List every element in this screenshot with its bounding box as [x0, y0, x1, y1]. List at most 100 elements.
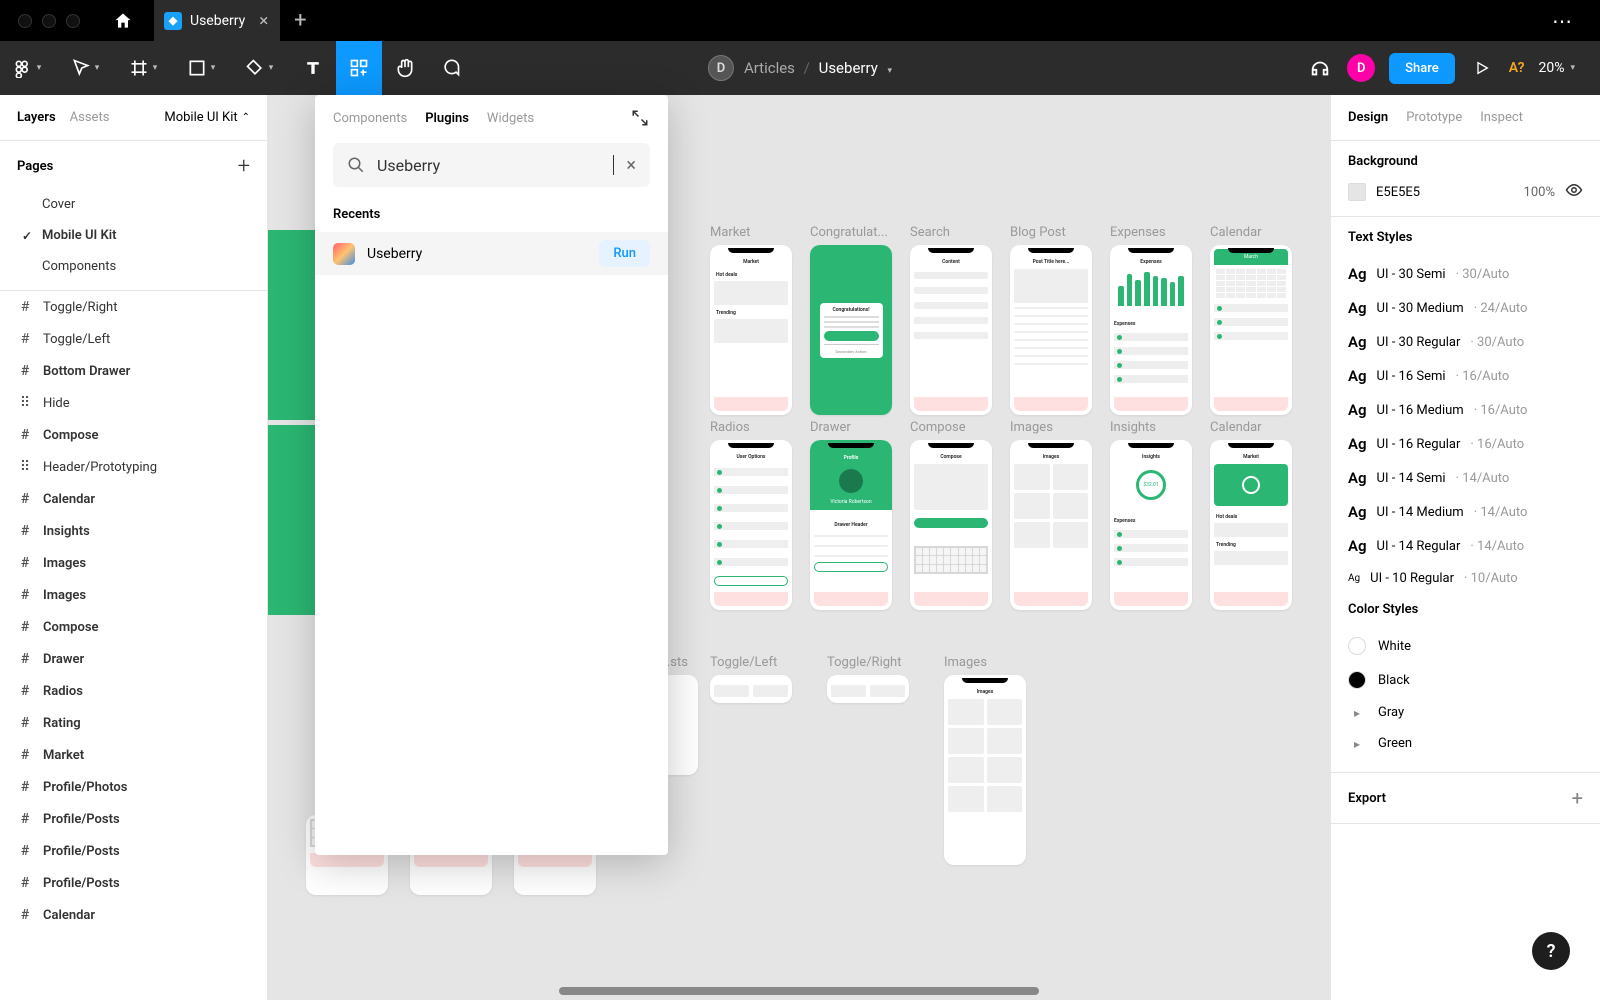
add-page-button[interactable]: +: [238, 154, 250, 179]
text-style-row[interactable]: AgUI - 16 Semi16/Auto: [1348, 359, 1583, 393]
document-tab[interactable]: ◆ Useberry ×: [154, 0, 280, 41]
shape-tool[interactable]: ▾: [174, 41, 232, 95]
layer-item[interactable]: #Drawer: [0, 643, 267, 675]
layer-item[interactable]: #Profile/Posts: [0, 835, 267, 867]
text-style-row[interactable]: AgUI - 16 Medium16/Auto: [1348, 393, 1583, 427]
breadcrumb-parent[interactable]: Articles: [744, 59, 795, 77]
layer-item[interactable]: #Compose: [0, 611, 267, 643]
plugin-result-row[interactable]: Useberry Run: [315, 232, 668, 275]
move-tool[interactable]: ▾: [58, 41, 116, 95]
components-subtab[interactable]: Components: [333, 111, 407, 126]
canvas-frame[interactable]: Blog PostPost Title here...: [1010, 225, 1092, 415]
present-button[interactable]: [1469, 55, 1495, 81]
color-style-row[interactable]: Black: [1348, 663, 1583, 697]
zoom-control[interactable]: 20% ▾: [1538, 60, 1575, 76]
layer-item[interactable]: ⠿Hide: [0, 387, 267, 419]
run-plugin-button[interactable]: Run: [599, 240, 650, 267]
layer-item[interactable]: #Compose: [0, 419, 267, 451]
page-item[interactable]: Cover: [0, 189, 267, 220]
text-style-row[interactable]: AgUI - 14 Regular14/Auto: [1348, 529, 1583, 563]
plugins-subtab[interactable]: Plugins: [425, 111, 469, 126]
layers-tab[interactable]: Layers: [17, 110, 56, 125]
canvas-frame[interactable]: Congratulat...Congratulations!Secondary …: [810, 225, 892, 415]
layer-item[interactable]: #Profile/Photos: [0, 771, 267, 803]
hand-tool[interactable]: [382, 41, 428, 95]
canvas-frame[interactable]: ComposeCompose: [910, 420, 992, 610]
text-style-row[interactable]: AgUI - 14 Semi14/Auto: [1348, 461, 1583, 495]
design-tab[interactable]: Design: [1348, 110, 1388, 125]
help-button[interactable]: ?: [1532, 932, 1570, 970]
expand-popover-button[interactable]: [630, 108, 650, 128]
canvas-frame[interactable]: Toggle/Right: [827, 655, 909, 703]
layer-item[interactable]: #Rating: [0, 707, 267, 739]
layer-item[interactable]: #Images: [0, 579, 267, 611]
missing-fonts-button[interactable]: A?: [1509, 60, 1525, 76]
background-opacity[interactable]: 100%: [1524, 185, 1555, 200]
layer-item[interactable]: #Calendar: [0, 483, 267, 515]
team-avatar[interactable]: D: [708, 55, 734, 81]
color-style-row[interactable]: ▸Green: [1348, 728, 1583, 759]
assets-tab[interactable]: Assets: [70, 110, 110, 125]
plugin-search-input[interactable]: [377, 156, 605, 175]
zoom-window-icon[interactable]: [66, 14, 80, 28]
text-style-row[interactable]: AgUI - 30 Regular30/Auto: [1348, 325, 1583, 359]
home-button[interactable]: [94, 0, 152, 41]
background-swatch[interactable]: [1348, 183, 1366, 201]
layer-item[interactable]: ⠿Header/Prototyping: [0, 451, 267, 483]
prototype-tab[interactable]: Prototype: [1406, 110, 1462, 125]
canvas-frame[interactable]: ImagesImages: [944, 655, 1026, 865]
resources-tool[interactable]: [336, 41, 382, 95]
close-tab-icon[interactable]: ×: [259, 11, 268, 31]
horizontal-scrollbar[interactable]: [559, 987, 1039, 995]
canvas-frame[interactable]: CalendarMarch: [1210, 225, 1292, 415]
new-tab-button[interactable]: +: [280, 0, 320, 41]
page-item[interactable]: ✓Mobile UI Kit: [0, 220, 267, 251]
comment-tool[interactable]: [428, 41, 474, 95]
layer-item[interactable]: #Images: [0, 547, 267, 579]
audio-chat-button[interactable]: [1307, 55, 1333, 81]
text-style-row[interactable]: AgUI - 30 Medium24/Auto: [1348, 291, 1583, 325]
layer-item[interactable]: #Profile/Posts: [0, 803, 267, 835]
canvas-frame[interactable]: ImagesImages: [1010, 420, 1092, 610]
widgets-subtab[interactable]: Widgets: [487, 111, 534, 126]
pen-tool[interactable]: ▾: [232, 41, 290, 95]
background-hex[interactable]: E5E5E5: [1376, 185, 1514, 200]
minimize-window-icon[interactable]: [42, 14, 56, 28]
canvas-frame[interactable]: Toggle/Left: [710, 655, 792, 703]
inspect-tab[interactable]: Inspect: [1480, 110, 1523, 125]
canvas-frame[interactable]: ExpensesExpensesExpenses: [1110, 225, 1192, 415]
canvas-frame[interactable]: MarketMarketHot dealsTrending: [710, 225, 792, 415]
layer-item[interactable]: #Insights: [0, 515, 267, 547]
layer-item[interactable]: #Calendar: [0, 899, 267, 931]
plugin-search[interactable]: ×: [333, 143, 650, 187]
text-style-row[interactable]: AgUI - 16 Regular16/Auto: [1348, 427, 1583, 461]
chevron-down-icon[interactable]: ▾: [888, 66, 893, 76]
breadcrumb-current[interactable]: Useberry: [819, 59, 878, 77]
color-style-row[interactable]: White: [1348, 629, 1583, 663]
page-item[interactable]: Components: [0, 251, 267, 282]
more-icon[interactable]: ⋯: [1552, 9, 1575, 33]
frame-tool[interactable]: ▾: [116, 41, 174, 95]
add-export-button[interactable]: +: [1572, 786, 1583, 810]
layer-item[interactable]: #Toggle/Right: [0, 291, 267, 323]
color-style-row[interactable]: ▸Gray: [1348, 697, 1583, 728]
canvas-frame[interactable]: CalendarMarketHot dealsTrending: [1210, 420, 1292, 610]
layer-item[interactable]: #Market: [0, 739, 267, 771]
page-selector[interactable]: Mobile UI Kit ⌃: [164, 110, 250, 125]
text-style-row[interactable]: AgUI - 30 Semi30/Auto: [1348, 257, 1583, 291]
text-tool[interactable]: [290, 41, 336, 95]
canvas-frame[interactable]: InsightsInsights$32.01Expenses: [1110, 420, 1192, 610]
main-menu-button[interactable]: ▾: [0, 41, 58, 95]
layer-item[interactable]: #Profile/Posts: [0, 867, 267, 899]
canvas-frame[interactable]: RadiosUser Options: [710, 420, 792, 610]
text-style-row[interactable]: AgUI - 14 Medium14/Auto: [1348, 495, 1583, 529]
canvas-frame[interactable]: DrawerProfileVictoria RobertsonDrawer He…: [810, 420, 892, 610]
user-avatar[interactable]: D: [1347, 54, 1375, 82]
share-button[interactable]: Share: [1389, 53, 1455, 84]
layer-item[interactable]: #Bottom Drawer: [0, 355, 267, 387]
layer-item[interactable]: #Radios: [0, 675, 267, 707]
close-window-icon[interactable]: [18, 14, 32, 28]
canvas-frame[interactable]: SearchContent: [910, 225, 992, 415]
text-style-row[interactable]: AgUI - 10 Regular10/Auto: [1348, 563, 1583, 594]
visibility-icon[interactable]: [1565, 181, 1583, 203]
